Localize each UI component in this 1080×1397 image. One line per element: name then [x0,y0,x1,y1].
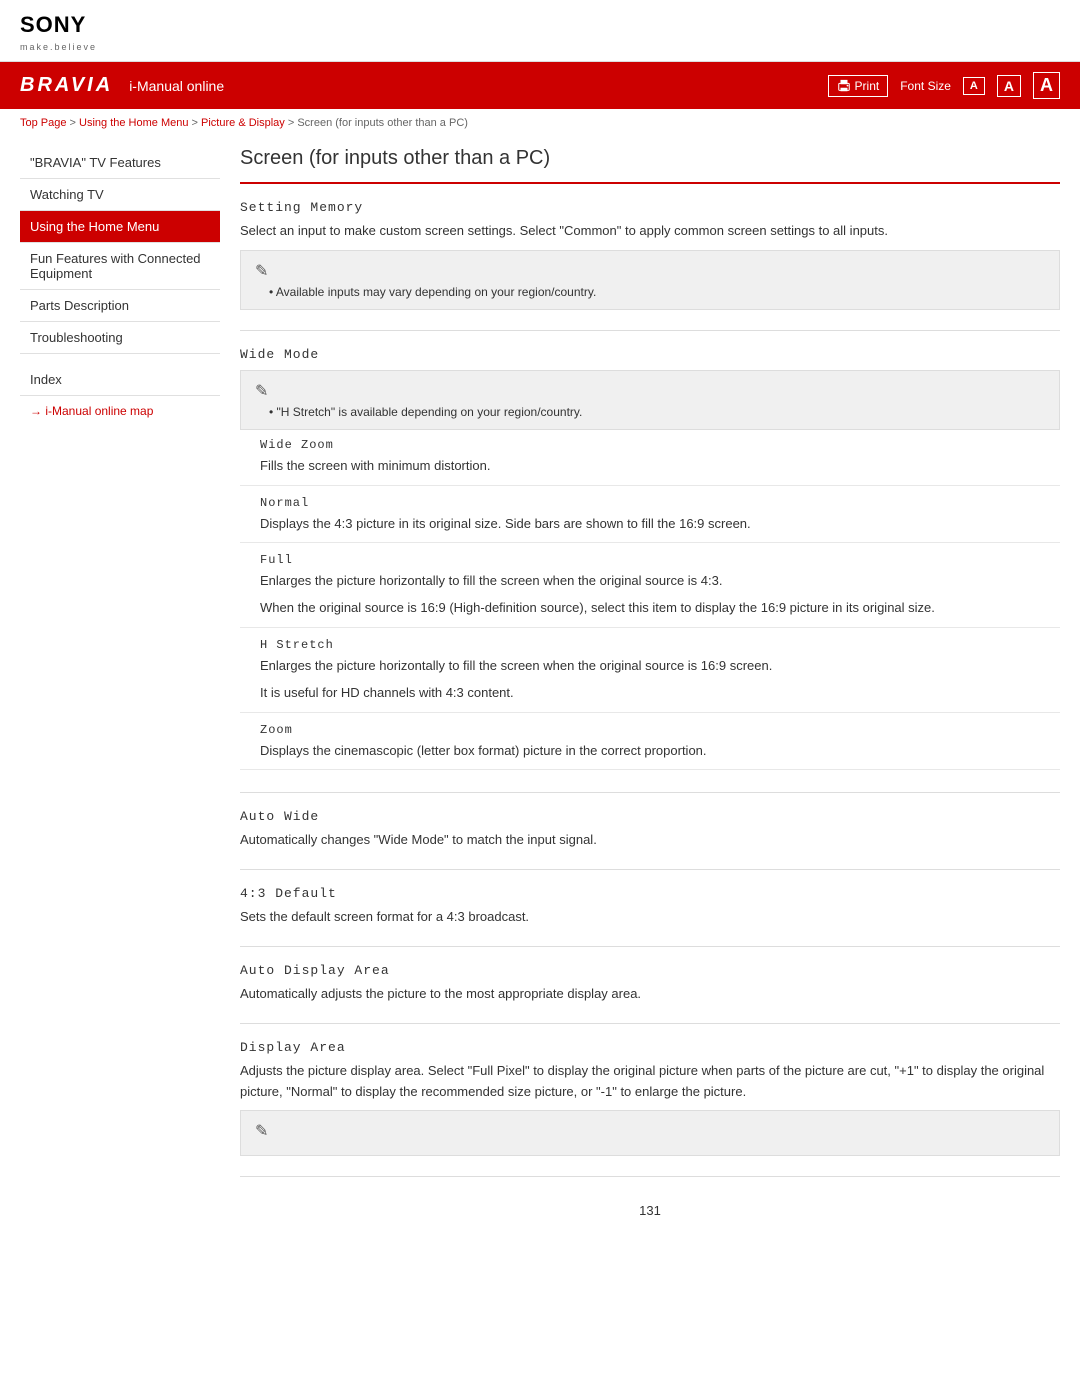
auto-wide-title: Auto Wide [240,809,1060,824]
sidebar-map: → i-Manual online map [20,396,220,426]
display-area-desc: Adjusts the picture display area. Select… [240,1061,1060,1103]
section-wide-mode: Wide Mode ✎ "H Stretch" is available dep… [240,347,1060,794]
sidebar-item-troubleshooting[interactable]: Troubleshooting [20,322,220,354]
setting-memory-desc: Select an input to make custom screen se… [240,221,1060,242]
sidebar-index[interactable]: Index [20,364,220,396]
sony-logo: SONY [20,12,1060,38]
wide-mode-note-text: "H Stretch" is available depending on yo… [255,405,1045,419]
wide-zoom-desc: Fills the screen with minimum distortion… [260,456,1060,477]
note-icon-2: ✎ [255,381,1045,401]
nav-left: BRAVIA i-Manual online [20,74,224,97]
section-43-default: 4:3 Default Sets the default screen form… [240,886,1060,947]
sony-tagline: make.believe [20,42,97,52]
sidebar-item-fun-features[interactable]: Fun Features with Connected Equipment [20,243,220,290]
breadcrumb-using-home-menu[interactable]: Using the Home Menu [79,117,188,129]
section-auto-wide: Auto Wide Automatically changes "Wide Mo… [240,809,1060,870]
sidebar-item-bravia-tv[interactable]: "BRAVIA" TV Features [20,147,220,179]
breadcrumb: Top Page > Using the Home Menu > Picture… [0,109,1080,137]
h-stretch-title: H Stretch [260,638,1060,652]
font-small-button[interactable]: A [963,77,985,95]
sidebar-item-watching-tv[interactable]: Watching TV [20,179,220,211]
breadcrumb-top-page[interactable]: Top Page [20,117,66,129]
sub-section-normal: Normal Displays the 4:3 picture in its o… [240,496,1060,544]
display-area-title: Display Area [240,1040,1060,1055]
sub-section-full: Full Enlarges the picture horizontally t… [240,553,1060,628]
print-icon [837,79,851,93]
nav-bar: BRAVIA i-Manual online Print Font Size A… [0,62,1080,109]
font-medium-button[interactable]: A [997,75,1021,97]
print-label: Print [855,79,880,93]
main-layout: "BRAVIA" TV Features Watching TV Using t… [0,137,1080,1248]
content-area: Screen (for inputs other than a PC) Sett… [240,137,1060,1228]
breadcrumb-sep2: > [192,117,201,129]
sidebar-item-home-menu[interactable]: Using the Home Menu [20,211,220,243]
page-title: Screen (for inputs other than a PC) [240,147,1060,184]
note-icon-3: ✎ [255,1121,1045,1141]
top-header: SONY make.believe [0,0,1080,62]
normal-title: Normal [260,496,1060,510]
sidebar-item-parts-description[interactable]: Parts Description [20,290,220,322]
setting-memory-note: ✎ Available inputs may vary depending on… [240,250,1060,310]
h-stretch-desc2: It is useful for HD channels with 4:3 co… [260,683,1060,704]
zoom-title: Zoom [260,723,1060,737]
display-area-note: ✎ [240,1110,1060,1156]
sidebar-map-link[interactable]: → i-Manual online map [30,404,153,418]
breadcrumb-sep1: > [70,117,79,129]
wide-mode-title: Wide Mode [240,347,1060,362]
auto-wide-desc: Automatically changes "Wide Mode" to mat… [240,830,1060,851]
nav-title: i-Manual online [129,78,224,94]
setting-memory-note-text: Available inputs may vary depending on y… [255,285,1045,299]
zoom-desc: Displays the cinemascopic (letter box fo… [260,741,1060,762]
43-default-desc: Sets the default screen format for a 4:3… [240,907,1060,928]
note-icon-1: ✎ [255,261,1045,281]
full-desc2: When the original source is 16:9 (High-d… [260,598,1060,619]
auto-display-area-title: Auto Display Area [240,963,1060,978]
full-title: Full [260,553,1060,567]
sidebar: "BRAVIA" TV Features Watching TV Using t… [20,147,220,1228]
breadcrumb-sep3: > [288,117,297,129]
breadcrumb-picture-display[interactable]: Picture & Display [201,117,285,129]
section-setting-memory: Setting Memory Select an input to make c… [240,200,1060,331]
auto-display-area-desc: Automatically adjusts the picture to the… [240,984,1060,1005]
normal-desc: Displays the 4:3 picture in its original… [260,514,1060,535]
print-button[interactable]: Print [828,75,889,97]
setting-memory-title: Setting Memory [240,200,1060,215]
wide-zoom-title: Wide Zoom [260,438,1060,452]
breadcrumb-current: Screen (for inputs other than a PC) [297,117,468,129]
font-large-button[interactable]: A [1033,72,1060,99]
sub-section-wide-zoom: Wide Zoom Fills the screen with minimum … [240,438,1060,486]
section-display-area: Display Area Adjusts the picture display… [240,1040,1060,1178]
wide-mode-note: ✎ "H Stretch" is available depending on … [240,370,1060,430]
page-number: 131 [240,1193,1060,1228]
font-size-label: Font Size [900,79,951,93]
h-stretch-desc: Enlarges the picture horizontally to fil… [260,656,1060,677]
43-default-title: 4:3 Default [240,886,1060,901]
section-auto-display-area: Auto Display Area Automatically adjusts … [240,963,1060,1024]
full-desc: Enlarges the picture horizontally to fil… [260,571,1060,592]
sub-section-h-stretch: H Stretch Enlarges the picture horizonta… [240,638,1060,713]
bravia-logo: BRAVIA [20,74,113,97]
sub-section-zoom: Zoom Displays the cinemascopic (letter b… [240,723,1060,771]
nav-right: Print Font Size A A A [828,72,1060,99]
